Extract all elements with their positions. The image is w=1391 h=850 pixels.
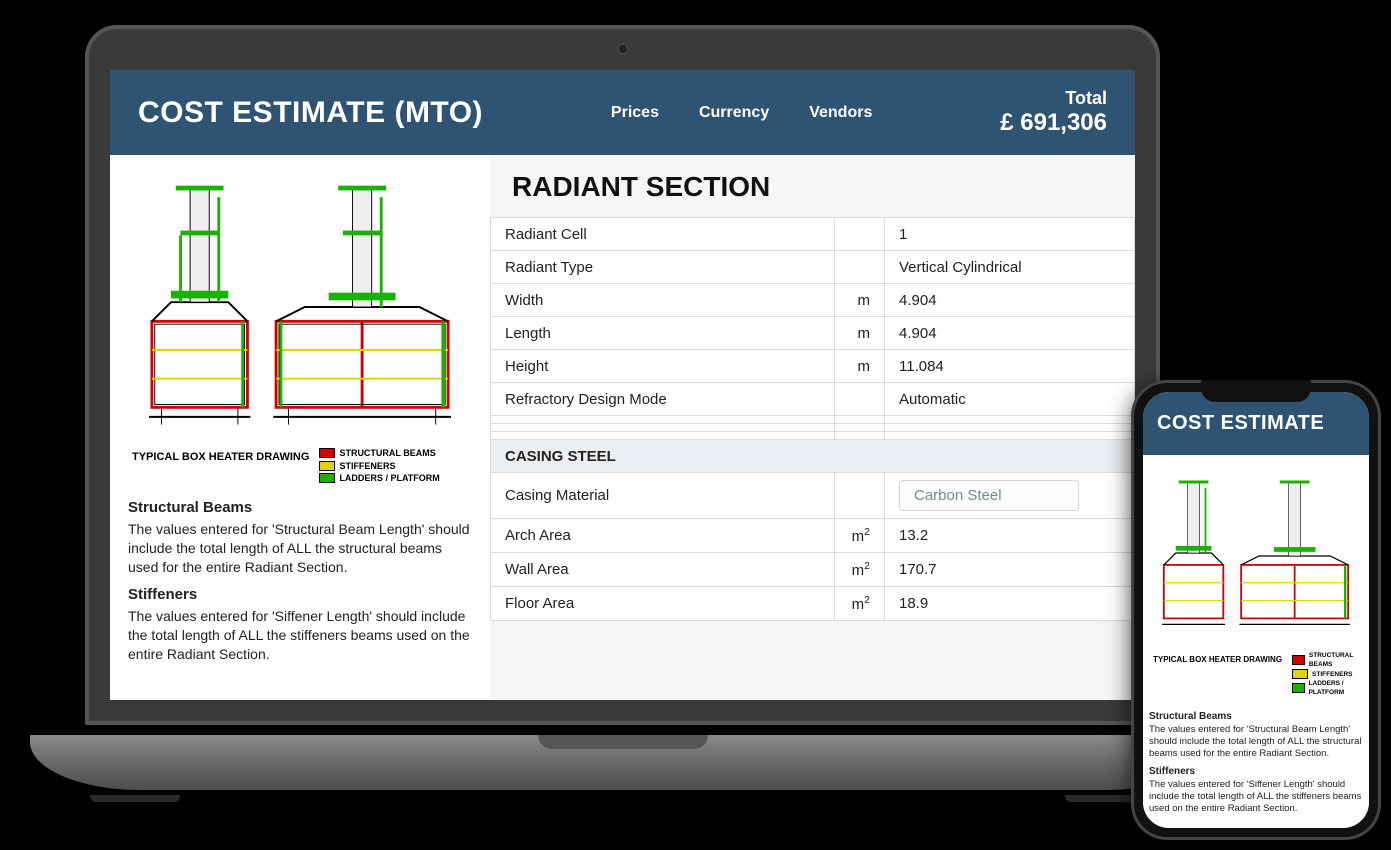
laptop-screen: COST ESTIMATE (MTO) Prices Currency Vend… <box>110 70 1135 700</box>
drawing-caption: TYPICAL BOX HEATER DRAWING <box>132 451 309 463</box>
drawing-legend: STRUCTURAL BEAMS STIFFENERS LADDERS / PL… <box>1292 651 1363 697</box>
swatch-ladders <box>319 473 335 483</box>
left-pane: TYPICAL BOX HEATER DRAWING STRUCTURAL BE… <box>110 155 490 700</box>
casing-subhead: CASING STEEL <box>491 440 1135 473</box>
table-row: Refractory Design ModeAutomatic <box>491 383 1135 416</box>
radiant-table: Radiant Cell1 Radiant TypeVertical Cylin… <box>490 217 1135 621</box>
total-block: Total £ 691,306 <box>1000 88 1107 137</box>
drawing-legend: STRUCTURAL BEAMS STIFFENERS LADDERS / PL… <box>319 447 439 485</box>
total-label: Total <box>1000 88 1107 109</box>
table-row: Arch Aream213.2 <box>491 519 1135 553</box>
value-cell[interactable]: 13.2 <box>885 519 1135 553</box>
help-text: Structural Beams The values entered for … <box>128 499 472 664</box>
total-value: £ 691,306 <box>1000 109 1107 137</box>
legend-beams: STRUCTURAL BEAMS <box>339 447 435 460</box>
table-row: Radiant TypeVertical Cylindrical <box>491 251 1135 284</box>
table-row: Floor Aream218.9 <box>491 587 1135 621</box>
nav-prices[interactable]: Prices <box>611 104 659 122</box>
section-title: RADIANT SECTION <box>490 165 1135 217</box>
phone-notch <box>1201 380 1311 402</box>
nav-currency[interactable]: Currency <box>699 104 769 122</box>
value-cell[interactable]: 4.904 <box>885 317 1135 350</box>
heater-drawing <box>128 167 472 447</box>
app-body: TYPICAL BOX HEATER DRAWING STRUCTURAL BE… <box>110 155 1135 700</box>
legend-stiffeners: STIFFENERS <box>339 460 395 473</box>
swatch-beams <box>319 448 335 458</box>
laptop-base <box>30 735 1215 790</box>
help-beams-title: Structural Beams <box>128 499 472 516</box>
phone-frame: COST ESTIMATE <box>1131 380 1381 840</box>
table-row: Heightm11.084 <box>491 350 1135 383</box>
value-cell[interactable]: 1 <box>885 218 1135 251</box>
right-pane: RADIANT SECTION Radiant Cell1 Radiant Ty… <box>490 155 1135 700</box>
legend-ladders: LADDERS / PLATFORM <box>339 472 439 485</box>
heater-drawing-mobile <box>1149 461 1363 651</box>
page-title-mobile: COST ESTIMATE <box>1157 412 1324 435</box>
phone-screen: COST ESTIMATE <box>1143 392 1369 828</box>
table-row: Widthm4.904 <box>491 284 1135 317</box>
value-cell[interactable]: 18.9 <box>885 587 1135 621</box>
help-stiff-text: The values entered for 'Siffener Length'… <box>128 607 472 664</box>
page-title: COST ESTIMATE (MTO) <box>138 96 483 130</box>
nav-vendors[interactable]: Vendors <box>809 104 872 122</box>
heater-drawing-svg <box>128 167 472 447</box>
help-text: Structural Beams The values entered for … <box>1149 711 1363 814</box>
table-row: Radiant Cell1 <box>491 218 1135 251</box>
heater-drawing-svg <box>1149 461 1363 651</box>
laptop-frame: COST ESTIMATE (MTO) Prices Currency Vend… <box>85 25 1160 785</box>
value-cell[interactable]: 170.7 <box>885 553 1135 587</box>
table-row: Casing Material Carbon Steel <box>491 473 1135 519</box>
value-cell[interactable]: 4.904 <box>885 284 1135 317</box>
value-cell[interactable]: Automatic <box>885 383 1135 416</box>
help-beams-text: The values entered for 'Structural Beam … <box>128 520 472 577</box>
cost-estimate-app: COST ESTIMATE (MTO) Prices Currency Vend… <box>110 70 1135 700</box>
laptop-camera <box>619 45 627 53</box>
drawing-caption: TYPICAL BOX HEATER DRAWING <box>1153 655 1282 664</box>
table-row: Lengthm4.904 <box>491 317 1135 350</box>
app-header: COST ESTIMATE (MTO) Prices Currency Vend… <box>110 70 1135 155</box>
value-cell[interactable]: 11.084 <box>885 350 1135 383</box>
value-cell[interactable]: Vertical Cylindrical <box>885 251 1135 284</box>
table-row: Wall Aream2170.7 <box>491 553 1135 587</box>
laptop-lid: COST ESTIMATE (MTO) Prices Currency Vend… <box>85 25 1160 725</box>
laptop-trackpad-notch <box>538 735 708 749</box>
cost-estimate-app-mobile: COST ESTIMATE <box>1143 392 1369 828</box>
swatch-stiffeners <box>319 461 335 471</box>
casing-material-select[interactable]: Carbon Steel <box>899 480 1079 511</box>
help-stiff-title: Stiffeners <box>128 586 472 603</box>
